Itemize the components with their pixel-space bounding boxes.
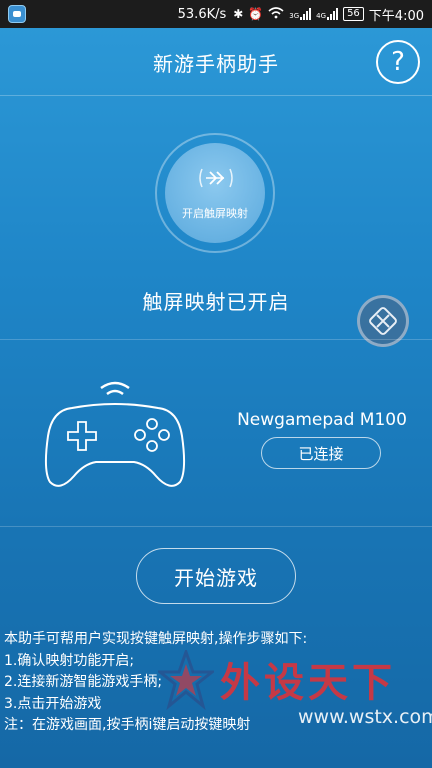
connection-status-label: 已连接 [298, 444, 344, 463]
forward-arrows-icon [199, 168, 233, 188]
touch-mapping-button-label: 开启触屏映射 [182, 207, 248, 220]
instruction-line: 本助手可帮用户实现按键触屏映射,操作步骤如下: [4, 631, 308, 647]
section-divider [0, 339, 432, 340]
battery-icon: 56 [343, 7, 364, 21]
clock: 下午4:00 [368, 8, 424, 24]
touch-mapping-toggle-ring: 开启触屏映射 [155, 133, 275, 253]
signal-strength-3g-icon: 3G [289, 8, 312, 20]
battery-level: 56 [347, 8, 360, 19]
help-button[interactable]: ? [376, 40, 420, 84]
app-header: 新游手柄助手 ? [0, 28, 432, 96]
app-notification-icon [8, 5, 26, 23]
start-game-button[interactable]: 开始游戏 [136, 548, 296, 604]
floating-ball-icon [369, 307, 397, 335]
help-icon: ? [391, 47, 405, 77]
watermark-url: www.wstx.com [298, 706, 432, 728]
watermark: 外设天下 www.wstx.com [158, 650, 432, 734]
connection-status-button[interactable]: 已连接 [261, 437, 381, 469]
network-type-a: 3G [289, 12, 300, 20]
status-bar-right: 53.6K/s ✱ ⏰ 3G 4G 56 下午4:00 [178, 0, 424, 28]
status-bar: 53.6K/s ✱ ⏰ 3G 4G 56 下午4:00 [0, 0, 432, 28]
wifi-icon [268, 6, 284, 22]
section-divider [0, 526, 432, 527]
signal-strength-4g-icon: 4G [316, 8, 339, 20]
start-game-label: 开始游戏 [174, 565, 258, 590]
network-type-b: 4G [316, 12, 327, 20]
alarm-icon: ⏰ [248, 7, 264, 21]
watermark-star-icon [158, 650, 214, 710]
bluetooth-icon: ✱ [233, 7, 244, 21]
network-speed: 53.6K/s [177, 6, 227, 22]
device-name: Newgamepad M100 [237, 410, 407, 430]
touch-mapping-button[interactable]: 开启触屏映射 [165, 143, 265, 243]
gamepad-icon [44, 381, 186, 487]
watermark-text: 外设天下 [220, 660, 396, 706]
page-title: 新游手柄助手 [153, 52, 279, 76]
